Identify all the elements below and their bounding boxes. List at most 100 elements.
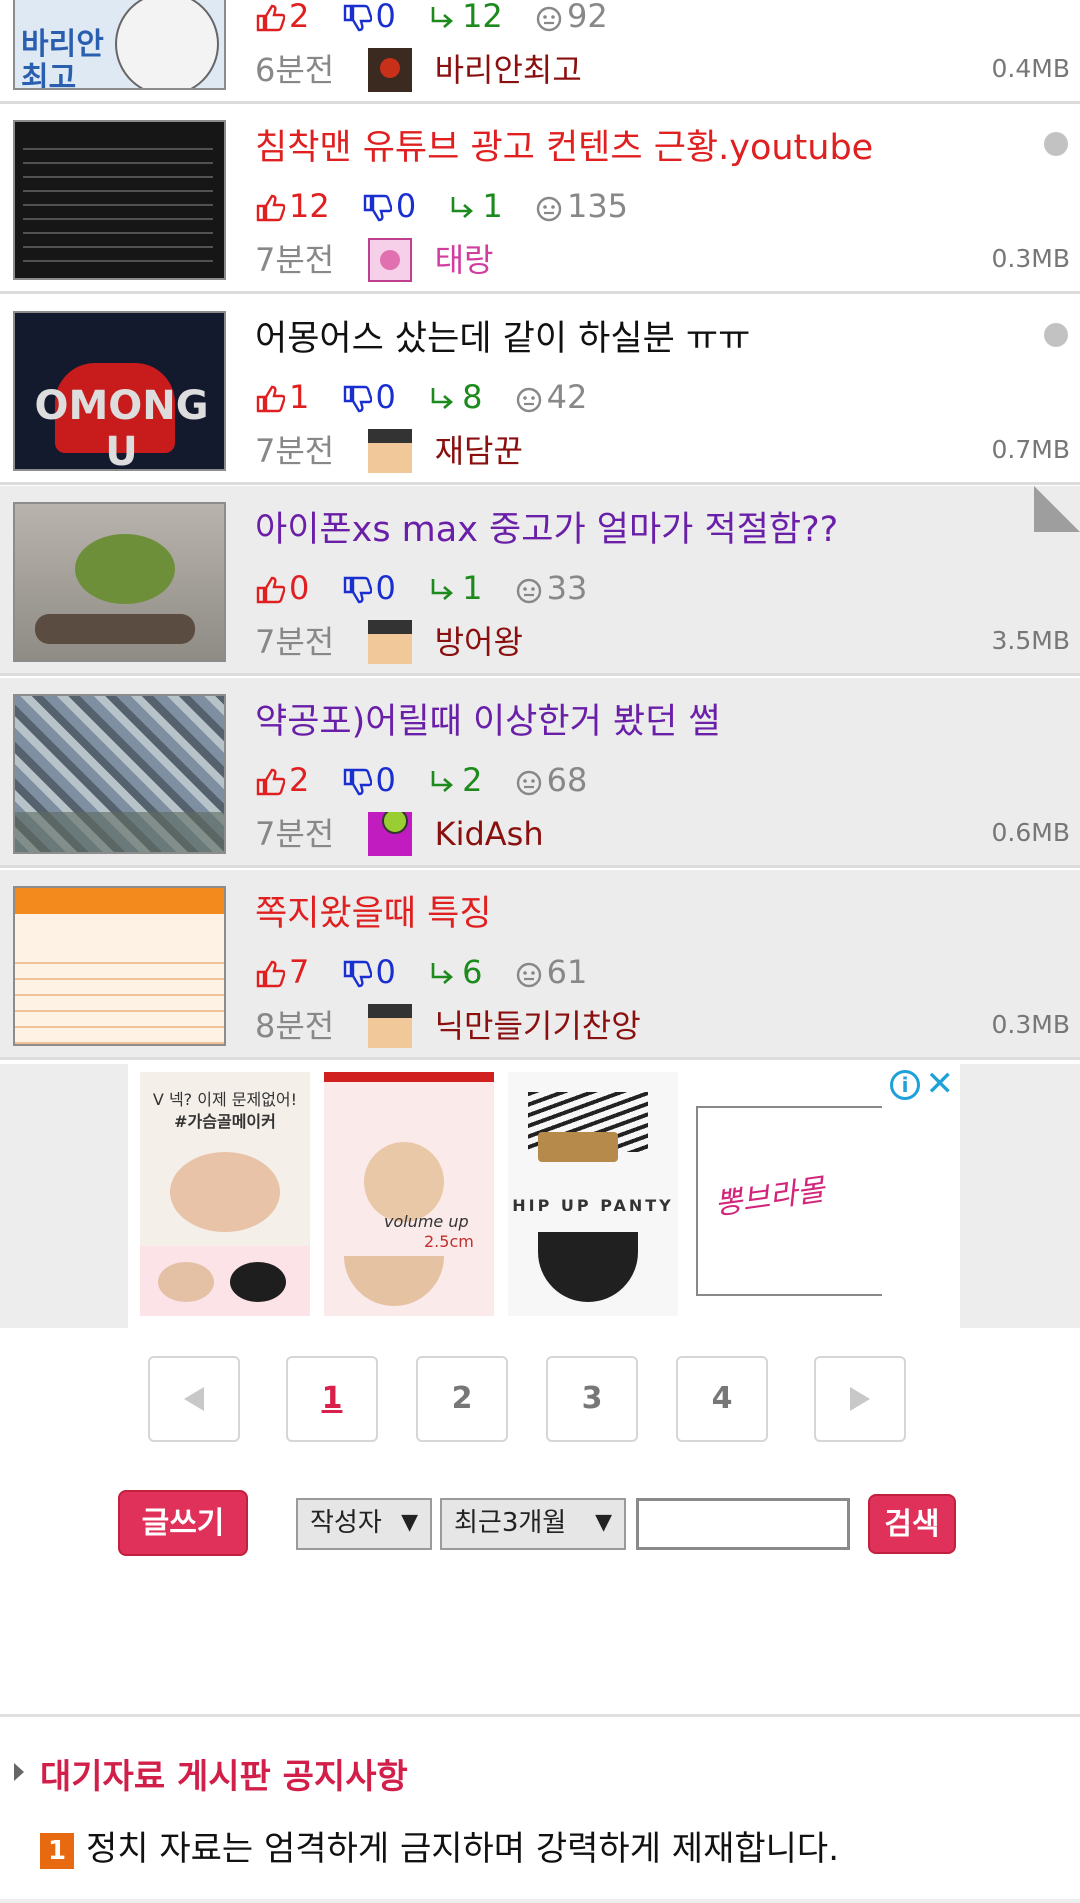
- post-thumbnail[interactable]: [13, 502, 226, 662]
- dropdown-arrow-icon: ▼: [401, 1510, 418, 1535]
- avatar[interactable]: [368, 48, 413, 92]
- upvote-count: 2: [255, 760, 309, 800]
- prev-page-button[interactable]: [148, 1356, 240, 1442]
- notice-title[interactable]: 대기자료 게시판 공지사항: [40, 1749, 408, 1798]
- thumbs-down-icon: [363, 194, 393, 222]
- face-icon: [516, 578, 541, 604]
- post-author[interactable]: 닉만들기기찬앙: [435, 1007, 641, 1045]
- upvote-count: 0: [255, 568, 309, 608]
- search-input[interactable]: [636, 1498, 850, 1550]
- view-count: 61: [515, 952, 587, 992]
- reply-icon: [431, 388, 454, 409]
- ad-product-card[interactable]: V 넥? 이제 문제없어! #가슴골메이커: [140, 1072, 310, 1316]
- period-value: 최근3개월: [454, 1508, 567, 1538]
- downvote-count: 0: [342, 952, 396, 992]
- ad-tag: #가슴골메이커: [174, 1112, 276, 1131]
- ad-banner[interactable]: V 넥? 이제 문제없어! #가슴골메이커 volume up 2.5cm HI…: [0, 1064, 1080, 1328]
- post-time: 7분전: [255, 623, 335, 661]
- write-button[interactable]: 글쓰기: [118, 1490, 248, 1556]
- post-thumbnail[interactable]: 바리안 최고: [13, 0, 226, 90]
- thumbs-up-icon: [256, 4, 286, 32]
- avatar[interactable]: [368, 429, 413, 473]
- thumbs-down-icon: [343, 960, 373, 988]
- avatar[interactable]: [368, 238, 413, 282]
- thumbnail-art: [75, 534, 175, 604]
- expand-triangle-icon[interactable]: [14, 1763, 24, 1781]
- dropdown-arrow-icon: ▼: [595, 1510, 612, 1535]
- info-icon[interactable]: i: [890, 1070, 920, 1100]
- post-author[interactable]: 방어왕: [435, 623, 523, 661]
- face-icon: [516, 770, 541, 796]
- list-item[interactable]: 바리안 최고 2 0 12 92 6분전 바리안최고 0.4MB: [0, 0, 1080, 104]
- post-stats: 12 0 1 135: [255, 184, 650, 226]
- reply-icon: [452, 197, 474, 218]
- post-meta: 7분전 KidAsh: [255, 810, 544, 856]
- thumbnail-art: [15, 812, 224, 852]
- post-thumbnail[interactable]: [13, 120, 226, 280]
- file-size: 0.6MB: [991, 818, 1070, 847]
- unread-dot: [1044, 323, 1068, 347]
- face-icon: [516, 387, 541, 413]
- ad-caption: HIP UP PANTY: [512, 1196, 674, 1215]
- post-title[interactable]: 쪽지왔을때 특징: [255, 892, 492, 936]
- pagination: 1 2 3 4: [0, 1356, 1080, 1444]
- notice-section: 대기자료 게시판 공지사항 1 정치 자료는 엄격하게 금지하며 강력하게 제재합…: [0, 1714, 1080, 1903]
- page-1-button[interactable]: 1: [286, 1356, 378, 1442]
- page-4-button[interactable]: 4: [676, 1356, 768, 1442]
- thumbs-up-icon: [256, 385, 286, 413]
- search-controls: 글쓰기 작성자 ▼ 최근3개월 ▼ 검색: [0, 1490, 1080, 1560]
- reply-icon: [431, 7, 454, 28]
- post-title[interactable]: 어몽어스 샀는데 같이 하실분 ㅠㅠ: [255, 317, 750, 361]
- post-title[interactable]: 침착맨 유튜브 광고 컨텐츠 근황.youtube: [255, 126, 873, 170]
- post-author[interactable]: 바리안최고: [435, 51, 582, 89]
- thumbs-down-icon: [343, 4, 373, 32]
- thumbnail-art: 바리안 최고: [21, 27, 104, 90]
- reply-icon: [431, 579, 454, 600]
- list-item[interactable]: 침착맨 유튜브 광고 컨텐츠 근황.youtube 12 0 1 135 7분전…: [0, 104, 1080, 294]
- reply-icon: [431, 771, 454, 792]
- file-size: 3.5MB: [991, 626, 1070, 655]
- ad-product-card[interactable]: HIP UP PANTY: [508, 1072, 678, 1316]
- ad-caption: volume up: [384, 1212, 469, 1231]
- post-title[interactable]: 약공포)어릴때 이상한거 봤던 썰: [255, 700, 721, 744]
- thumbs-up-icon: [256, 576, 286, 604]
- view-count: 68: [515, 760, 587, 800]
- thumbs-down-icon: [343, 768, 373, 796]
- ad-product-card[interactable]: 뽕브라몰: [692, 1072, 882, 1316]
- avatar[interactable]: [368, 1004, 413, 1048]
- downvote-count: 0: [342, 0, 396, 36]
- post-meta: 7분전 방어왕: [255, 618, 523, 664]
- list-item[interactable]: 약공포)어릴때 이상한거 봤던 썰 2 0 2 68 7분전 KidAsh 0.…: [0, 678, 1080, 868]
- post-author[interactable]: 재담꾼: [435, 432, 523, 470]
- period-select[interactable]: 최근3개월 ▼: [440, 1498, 626, 1550]
- reply-count: 8: [428, 377, 482, 417]
- post-author[interactable]: 태랑: [435, 241, 494, 279]
- ad-sub: 2.5cm: [424, 1232, 474, 1251]
- avatar[interactable]: [368, 812, 413, 856]
- page-2-button[interactable]: 2: [416, 1356, 508, 1442]
- post-thumbnail[interactable]: OMONG U: [13, 311, 226, 471]
- ad-caption: V 넥? 이제 문제없어!: [152, 1090, 298, 1109]
- search-button[interactable]: 검색: [868, 1494, 956, 1554]
- avatar[interactable]: [368, 620, 413, 664]
- post-thumbnail[interactable]: [13, 886, 226, 1046]
- list-item[interactable]: 쪽지왔을때 특징 7 0 6 61 8분전 닉만들기기찬앙 0.3MB: [0, 870, 1080, 1060]
- list-item[interactable]: OMONG U 어몽어스 샀는데 같이 하실분 ㅠㅠ 1 0 8 42 7분전 …: [0, 295, 1080, 485]
- reply-count: 1: [448, 186, 503, 226]
- close-icon[interactable]: ✕: [926, 1064, 955, 1104]
- post-thumbnail[interactable]: [13, 694, 226, 854]
- ad-product-card[interactable]: volume up 2.5cm: [324, 1072, 494, 1316]
- thumbnail-art: [15, 888, 224, 914]
- search-field-select[interactable]: 작성자 ▼: [296, 1498, 432, 1550]
- notice-number-badge: 1: [40, 1832, 74, 1869]
- post-author[interactable]: KidAsh: [435, 815, 544, 853]
- list-item[interactable]: 아이폰xs max 중고가 얼마가 적절함?? 0 0 1 33 7분전 방어왕…: [0, 486, 1080, 676]
- search-field-value: 작성자: [310, 1508, 382, 1538]
- page-3-button[interactable]: 3: [546, 1356, 638, 1442]
- face-icon: [536, 196, 562, 222]
- next-page-button[interactable]: [814, 1356, 906, 1442]
- post-title[interactable]: 아이폰xs max 중고가 얼마가 적절함??: [255, 508, 838, 552]
- post-time: 6분전: [255, 51, 335, 89]
- notice-item[interactable]: 1 정치 자료는 엄격하게 금지하며 강력하게 제재합니다.: [40, 1821, 839, 1870]
- ad-content[interactable]: V 넥? 이제 문제없어! #가슴골메이커 volume up 2.5cm HI…: [128, 1064, 960, 1328]
